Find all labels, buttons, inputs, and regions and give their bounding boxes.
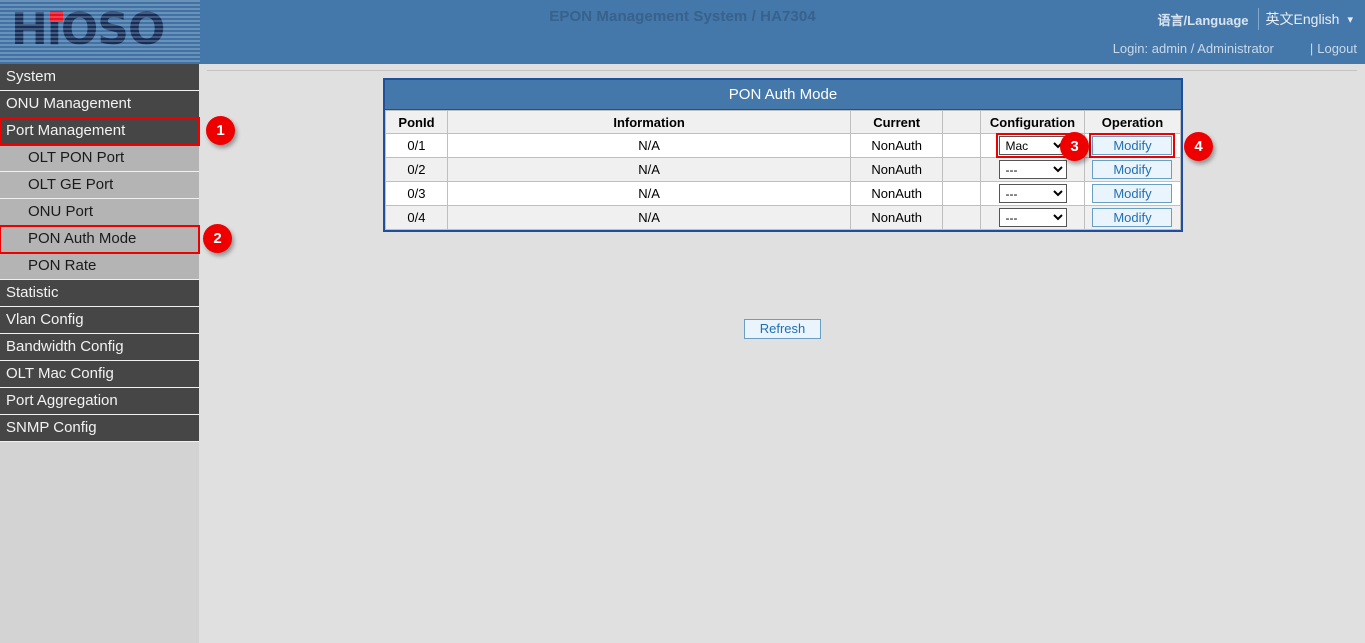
config-select-row-2[interactable]: --- (999, 184, 1067, 203)
logo-accent-dot (50, 11, 63, 22)
config-select-row-1[interactable]: --- (999, 160, 1067, 179)
annotation-badge-2: 2 (203, 224, 232, 253)
pon-auth-mode-table: PonId Information Current Configuration … (385, 110, 1181, 230)
table-row: 0/4 N/A NonAuth --- Modify (386, 206, 1181, 230)
config-select-row-3[interactable]: --- (999, 208, 1067, 227)
sidebar-item-statistic[interactable]: Statistic (0, 280, 199, 307)
cell-configuration: --- (981, 158, 1085, 182)
cell-operation: Modify (1084, 206, 1180, 230)
sidebar-item-olt-mac-config[interactable]: OLT Mac Config (0, 361, 199, 388)
modify-button-row-1[interactable]: Modify (1092, 160, 1172, 179)
cell-configuration: --- (981, 182, 1085, 206)
cell-spacer (943, 206, 981, 230)
sidebar-item-vlan-config[interactable]: Vlan Config (0, 307, 199, 334)
language-label: 语言/Language (1158, 10, 1258, 29)
sidebar-navigation: System ONU Management Port Management OL… (0, 64, 199, 643)
page-header: HiOSO EPON Management System / HA7304 语言… (0, 0, 1365, 64)
cell-operation: Modify (1084, 158, 1180, 182)
sidebar-item-pon-auth-mode[interactable]: PON Auth Mode (0, 226, 199, 253)
chevron-down-icon: ▾ (1347, 13, 1353, 26)
modify-button-row-0[interactable]: Modify (1092, 136, 1172, 155)
sidebar-item-onu-management[interactable]: ONU Management (0, 91, 199, 118)
language-select[interactable]: 英文English ▾ (1258, 8, 1357, 30)
sidebar-item-olt-ge-port[interactable]: OLT GE Port (0, 172, 199, 199)
annotation-badge-3: 3 (1060, 132, 1089, 161)
cell-configuration: --- (981, 206, 1085, 230)
sidebar-item-snmp-config[interactable]: SNMP Config (0, 415, 199, 442)
cell-ponid: 0/1 (386, 134, 448, 158)
login-info-text: Login: admin / Administrator (1113, 41, 1274, 56)
cell-spacer (943, 158, 981, 182)
table-row: 0/3 N/A NonAuth --- Modify (386, 182, 1181, 206)
column-header-operation: Operation (1084, 111, 1180, 134)
sidebar-item-olt-pon-port[interactable]: OLT PON Port (0, 145, 199, 172)
sidebar-item-onu-port[interactable]: ONU Port (0, 199, 199, 226)
cell-current: NonAuth (851, 182, 943, 206)
cell-current: NonAuth (851, 158, 943, 182)
annotation-badge-1: 1 (206, 116, 235, 145)
logout-link[interactable]: Logout (1317, 41, 1357, 56)
logo-text: HiOSO (11, 5, 164, 55)
cell-operation: Modify (1084, 182, 1180, 206)
column-header-ponid: PonId (386, 111, 448, 134)
cell-ponid: 0/3 (386, 182, 448, 206)
config-select-row-0[interactable]: Mac (999, 136, 1067, 155)
refresh-button[interactable]: Refresh (744, 319, 821, 339)
cell-information: N/A (447, 182, 850, 206)
content-divider (207, 70, 1357, 71)
column-header-spacer (943, 111, 981, 134)
sidebar-item-bandwidth-config[interactable]: Bandwidth Config (0, 334, 199, 361)
sidebar-item-port-aggregation[interactable]: Port Aggregation (0, 388, 199, 415)
cell-current: NonAuth (851, 206, 943, 230)
cell-spacer (943, 134, 981, 158)
modify-button-row-2[interactable]: Modify (1092, 184, 1172, 203)
language-area: 语言/Language 英文English ▾ (1158, 8, 1357, 30)
cell-information: N/A (447, 134, 850, 158)
login-separator: | (1274, 41, 1317, 56)
cell-information: N/A (447, 206, 850, 230)
cell-current: NonAuth (851, 134, 943, 158)
page-title: PON Auth Mode (385, 80, 1181, 110)
cell-ponid: 0/2 (386, 158, 448, 182)
modify-button-row-3[interactable]: Modify (1092, 208, 1172, 227)
login-status-bar: Login: admin / Administrator|Logout (1113, 41, 1357, 56)
column-header-configuration: Configuration (981, 111, 1085, 134)
table-row: 0/2 N/A NonAuth --- Modify (386, 158, 1181, 182)
sidebar-item-port-management[interactable]: Port Management (0, 118, 199, 145)
cell-spacer (943, 182, 981, 206)
column-header-information: Information (447, 111, 850, 134)
sidebar-item-pon-rate[interactable]: PON Rate (0, 253, 199, 280)
column-header-current: Current (851, 111, 943, 134)
cell-information: N/A (447, 158, 850, 182)
language-selected-value: 英文English (1266, 9, 1340, 29)
table-header-row: PonId Information Current Configuration … (386, 111, 1181, 134)
annotation-badge-4: 4 (1184, 132, 1213, 161)
cell-ponid: 0/4 (386, 206, 448, 230)
sidebar-item-system[interactable]: System (0, 64, 199, 91)
cell-operation: Modify (1084, 134, 1180, 158)
